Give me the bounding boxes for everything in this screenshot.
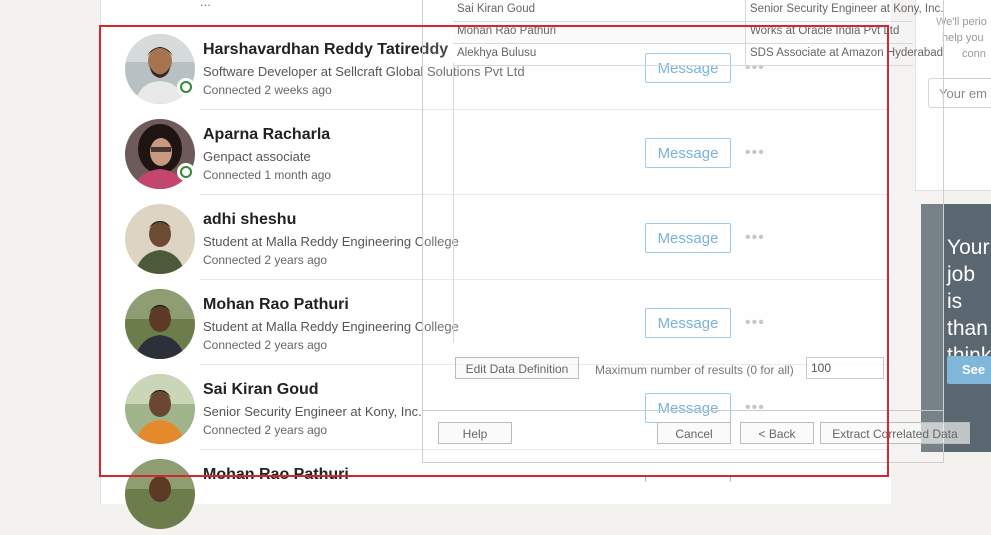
- ad-headline: Your job is than think: [947, 236, 991, 367]
- extract-correlated-data-button[interactable]: Extract Correlated Data: [820, 422, 970, 444]
- help-button[interactable]: Help: [438, 422, 512, 444]
- connection-headline: Senior Security Engineer at Kony, Inc.: [203, 404, 422, 419]
- edit-data-definition-button[interactable]: Edit Data Definition: [455, 357, 579, 379]
- message-button[interactable]: [645, 476, 731, 482]
- top-partial-text: ...: [200, 0, 211, 9]
- connection-name[interactable]: adhi sheshu: [203, 211, 296, 229]
- ad-see-button[interactable]: See: [947, 356, 991, 384]
- avatar[interactable]: [125, 204, 195, 274]
- connection-headline: Genpact associate: [203, 149, 311, 164]
- connection-time: Connected 2 years ago: [203, 338, 328, 352]
- avatar[interactable]: [125, 374, 195, 444]
- data-extraction-dialog: Sai Kiran Goud Senior Security Engineer …: [422, 0, 970, 463]
- connection-name[interactable]: Harshavardhan Reddy Tatireddy: [203, 41, 448, 59]
- dialog-footer: [423, 410, 943, 411]
- connection-time: Connected 2 years ago: [203, 253, 328, 267]
- max-results-input[interactable]: 100: [806, 357, 884, 379]
- connection-name[interactable]: Sai Kiran Goud: [203, 381, 319, 399]
- table-row[interactable]: Sai Kiran Goud Senior Security Engineer …: [453, 0, 943, 22]
- connection-time: Connected 1 month ago: [203, 168, 332, 182]
- cancel-button[interactable]: Cancel: [657, 422, 731, 444]
- connection-name[interactable]: Aparna Racharla: [203, 126, 330, 144]
- max-results-label: Maximum number of results (0 for all): [595, 363, 794, 377]
- table-row[interactable]: Mohan Rao Pathuri Works at Oracle India …: [453, 22, 913, 44]
- table-row[interactable]: Alekhya Bulusu SDS Associate at Amazon H…: [453, 44, 943, 66]
- connection-time: Connected 2 years ago: [203, 423, 328, 437]
- online-status-icon: [177, 163, 195, 181]
- connection-name[interactable]: Mohan Rao Pathuri: [203, 296, 349, 314]
- connection-headline: Student at Malla Reddy Engineering Colle…: [203, 319, 459, 334]
- connection-name[interactable]: Mohan Rao Pathuri: [203, 466, 349, 484]
- connection-headline: Student at Malla Reddy Engineering Colle…: [203, 234, 459, 249]
- avatar[interactable]: [125, 289, 195, 359]
- avatar[interactable]: [125, 459, 195, 529]
- online-status-icon: [177, 78, 195, 96]
- back-button[interactable]: < Back: [740, 422, 814, 444]
- connection-time: Connected 2 weeks ago: [203, 83, 332, 97]
- results-table: Sai Kiran Goud Senior Security Engineer …: [453, 0, 943, 66]
- table-border: [453, 63, 454, 343]
